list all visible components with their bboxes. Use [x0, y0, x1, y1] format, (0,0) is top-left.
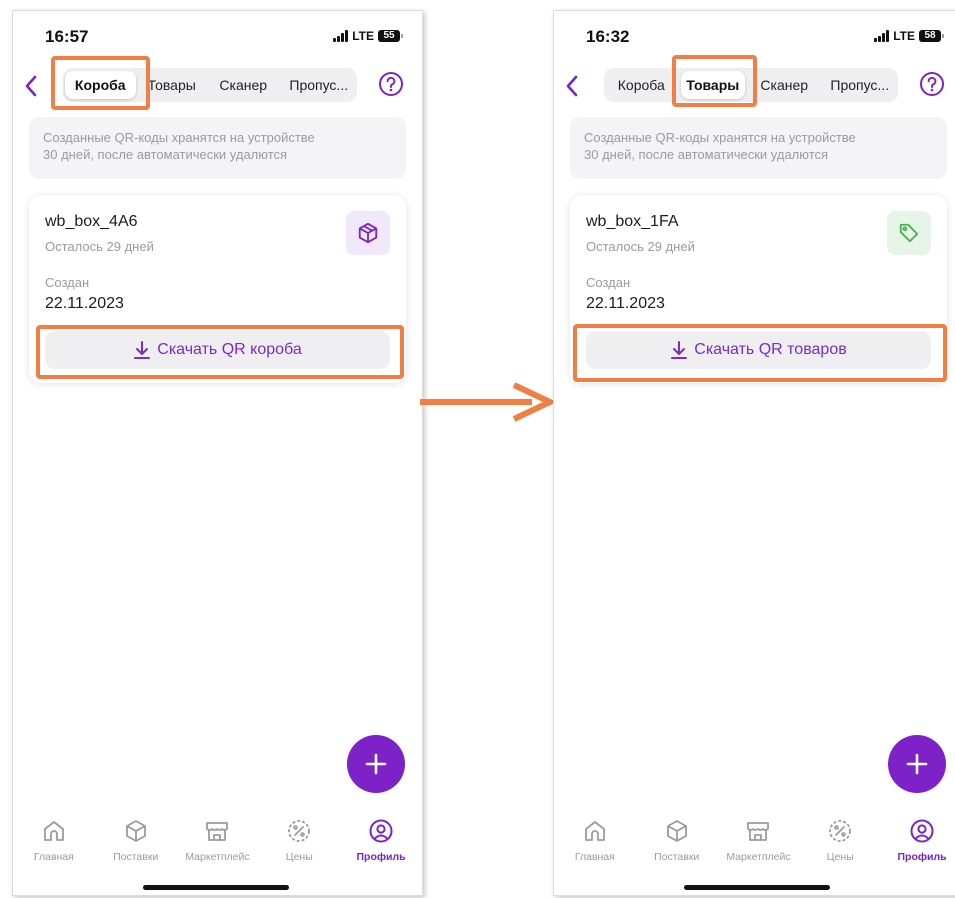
- nav-item-marketplace[interactable]: Маркетплейс: [178, 813, 256, 867]
- info-notice: Созданные QR-коды хранятся на устройстве…: [29, 117, 406, 179]
- help-icon[interactable]: [919, 71, 945, 97]
- created-label: Создан: [586, 275, 631, 290]
- battery-icon: 55: [378, 30, 403, 42]
- status-time: 16:32: [586, 27, 630, 46]
- percent-icon: [829, 820, 852, 842]
- bottom-nav: Главная Поставки Маркетплейс Цены Профил…: [13, 813, 422, 867]
- tab-scanner[interactable]: Сканер: [208, 71, 279, 99]
- card-remaining-days: Осталось 29 дней: [586, 239, 695, 254]
- add-qr-button[interactable]: [888, 735, 946, 793]
- nav-item-supplies[interactable]: Поставки: [97, 813, 175, 867]
- card-type-badge: [887, 211, 931, 255]
- phone-screen-boxes: 16:57 LTE 55 Короба Товары Сканер Пропус…: [12, 10, 423, 896]
- box-icon: [125, 820, 146, 842]
- help-icon[interactable]: [378, 71, 404, 97]
- network-label: LTE: [352, 29, 374, 43]
- home-icon: [43, 821, 64, 841]
- home-indicator: [684, 885, 830, 890]
- card-title: wb_box_4A6: [45, 213, 138, 230]
- nav-item-marketplace[interactable]: Маркетплейс: [719, 813, 797, 867]
- box-icon: [358, 222, 378, 244]
- card-title: wb_box_1FA: [586, 213, 679, 230]
- signal-icon: [874, 30, 890, 42]
- nav-label: Цены: [826, 851, 854, 863]
- status-indicators: LTE 55: [333, 29, 403, 43]
- back-button[interactable]: [19, 72, 43, 100]
- plus-icon: [906, 753, 928, 775]
- nav-item-prices[interactable]: Цены: [260, 813, 338, 867]
- store-icon: [206, 822, 229, 841]
- add-qr-button[interactable]: [347, 735, 405, 793]
- nav-item-home[interactable]: Главная: [556, 813, 634, 867]
- profile-icon: [369, 819, 393, 843]
- status-bar: 16:57 LTE 55: [35, 27, 403, 49]
- info-notice: Созданные QR-коды хранятся на устройстве…: [570, 117, 947, 179]
- highlight-frame-tab: [672, 55, 757, 107]
- store-icon: [747, 822, 770, 841]
- percent-icon: [288, 820, 311, 842]
- nav-item-prices[interactable]: Цены: [801, 813, 879, 867]
- tag-icon: [899, 223, 919, 243]
- nav-label: Маркетплейс: [185, 851, 250, 863]
- box-icon: [666, 820, 687, 842]
- transition-arrow-icon: [420, 382, 554, 422]
- chevron-left-icon: [566, 75, 578, 97]
- bottom-nav: Главная Поставки Маркетплейс Цены Профил…: [554, 813, 955, 867]
- tab-boxes[interactable]: Короба: [606, 71, 677, 99]
- notice-line-1: Созданные QR-коды хранятся на устройстве: [584, 130, 856, 145]
- back-button[interactable]: [560, 72, 584, 100]
- highlight-frame-download: [573, 324, 947, 382]
- nav-item-home[interactable]: Главная: [15, 813, 93, 867]
- plus-icon: [365, 753, 387, 775]
- status-time: 16:57: [45, 27, 89, 46]
- phone-screen-goods: 16:32 LTE 58 Короба Товары Сканер Пропус…: [553, 10, 955, 896]
- home-indicator: [143, 885, 289, 890]
- status-bar: 16:32 LTE 58: [576, 27, 944, 49]
- chevron-left-icon: [25, 75, 37, 97]
- created-label: Создан: [45, 275, 90, 290]
- battery-icon: 58: [919, 30, 944, 42]
- nav-item-supplies[interactable]: Поставки: [638, 813, 716, 867]
- nav-label: Профиль: [356, 851, 406, 863]
- highlight-frame-tab: [51, 56, 150, 110]
- nav-label: Главная: [574, 851, 615, 863]
- nav-label: Главная: [33, 851, 74, 863]
- highlight-frame-download: [36, 325, 404, 379]
- nav-label: Поставки: [113, 851, 159, 863]
- nav-item-profile[interactable]: Профиль: [342, 813, 420, 867]
- notice-line-1: Созданные QR-коды хранятся на устройстве: [43, 130, 315, 145]
- network-label: LTE: [893, 29, 915, 43]
- card-type-badge: [346, 211, 390, 255]
- profile-icon: [910, 819, 934, 843]
- status-indicators: LTE 58: [874, 29, 944, 43]
- nav-label: Цены: [285, 851, 313, 863]
- nav-label: Маркетплейс: [726, 851, 791, 863]
- tab-passes[interactable]: Пропус...: [824, 71, 897, 99]
- nav-label: Поставки: [654, 851, 700, 863]
- notice-line-2: 30 дней, после автоматически удалются: [43, 147, 288, 162]
- tab-scanner[interactable]: Сканер: [749, 71, 820, 99]
- created-date: 22.11.2023: [45, 295, 124, 312]
- nav-item-profile[interactable]: Профиль: [883, 813, 955, 867]
- notice-line-2: 30 дней, после автоматически удалются: [584, 147, 829, 162]
- nav-label: Профиль: [897, 851, 947, 863]
- tab-passes[interactable]: Пропус...: [283, 71, 356, 99]
- home-icon: [584, 821, 605, 841]
- card-remaining-days: Осталось 29 дней: [45, 239, 154, 254]
- signal-icon: [333, 30, 349, 42]
- created-date: 22.11.2023: [586, 295, 665, 312]
